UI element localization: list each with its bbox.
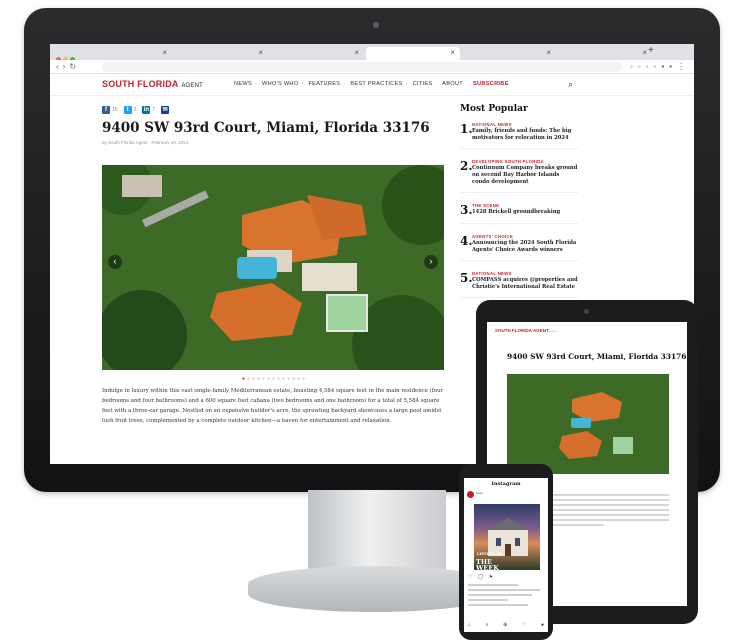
popular-category[interactable]: NATIONAL NEWS bbox=[472, 271, 578, 276]
browser-tab[interactable]: × bbox=[78, 47, 172, 60]
camera-icon bbox=[373, 22, 379, 28]
new-tab-icon[interactable]: + bbox=[648, 45, 654, 56]
popular-item[interactable]: 4. AGENTS' CHOICE Announcing the 2024 Sou… bbox=[460, 234, 578, 261]
popular-category[interactable]: DEVELOPING SOUTH FLORIDA bbox=[472, 159, 578, 164]
popular-item[interactable]: 5. NATIONAL NEWS COMPASS acquires @proper… bbox=[460, 271, 578, 298]
back-forward-reload-icons[interactable]: ‹›↻ bbox=[56, 62, 80, 71]
popular-title[interactable]: Continuum Company breaks ground on secon… bbox=[472, 165, 578, 186]
nav-features[interactable]: FEATURES bbox=[308, 81, 340, 87]
nav-best-practices[interactable]: BEST PRACTICES bbox=[350, 81, 402, 87]
browser-tab-active[interactable]: × bbox=[366, 47, 460, 60]
linkedin-icon[interactable]: in bbox=[142, 106, 151, 114]
popular-title[interactable]: 1428 Brickell groundbreaking bbox=[472, 209, 560, 216]
popular-category[interactable]: AGENTS' CHOICE bbox=[472, 234, 578, 239]
search-icon[interactable]: ⌕ bbox=[568, 79, 573, 90]
popular-item[interactable]: 3. THE SCENE 1428 Brickell groundbreaking bbox=[460, 203, 578, 224]
tablet-house-photo bbox=[507, 374, 669, 474]
extension-icons[interactable]: ◦◦◦◦▪▪⋮ bbox=[630, 62, 690, 71]
share-bar: f 15 t2 in 7 ✉ bbox=[102, 104, 447, 116]
search-icon[interactable]: ⌕ bbox=[486, 622, 489, 628]
heart-icon[interactable]: ♡ bbox=[522, 622, 526, 628]
profile-icon[interactable]: ● bbox=[541, 622, 544, 628]
nav-cities[interactable]: CITIES bbox=[413, 81, 433, 87]
popular-number: 4. bbox=[460, 234, 473, 248]
carousel-next-icon[interactable]: › bbox=[424, 255, 438, 269]
popular-category[interactable]: THE SCENE bbox=[472, 203, 560, 208]
popular-title[interactable]: COMPASS acquires @properties and Christi… bbox=[472, 277, 578, 291]
house-illustration bbox=[102, 165, 444, 370]
facebook-share-count: 15 bbox=[112, 107, 118, 113]
monitor-stand-neck bbox=[308, 490, 446, 572]
popular-number: 1. bbox=[460, 122, 473, 136]
popular-title[interactable]: Family, friends and funds: The big motiv… bbox=[472, 128, 578, 142]
popular-item[interactable]: 1. NATIONAL NEWS Family, friends and fund… bbox=[460, 122, 578, 149]
address-bar[interactable] bbox=[102, 62, 622, 72]
post-action-icons[interactable]: ♡ ◯ ➤ bbox=[468, 574, 495, 580]
nav-news[interactable]: NEWS bbox=[234, 81, 252, 87]
popular-number: 3. bbox=[460, 203, 473, 217]
carousel-dots[interactable]: ●●●●●●●●●●●●● bbox=[102, 376, 447, 382]
tablet-camera-icon bbox=[584, 309, 589, 314]
popular-number: 2. bbox=[460, 159, 473, 173]
add-icon[interactable]: ⊕ bbox=[503, 622, 507, 628]
twitter-share-count: 2 bbox=[133, 107, 137, 113]
popular-title[interactable]: Announcing the 2024 South Florida Agents… bbox=[472, 240, 578, 254]
browser-tab[interactable]: × bbox=[558, 47, 652, 60]
caption-line bbox=[468, 594, 532, 596]
main-nav: NEWS · WHO'S WHO · FEATURES · BEST PRACTICE… bbox=[234, 81, 509, 87]
instagram-title: Instagram bbox=[491, 481, 521, 487]
browser-toolbar: ‹›↻ ◦◦◦◦▪▪⋮ bbox=[50, 60, 694, 74]
article-title: 9400 SW 93rd Court, Miami, Florida 33176 bbox=[102, 120, 430, 136]
linkedin-share-count: 7 bbox=[152, 107, 156, 113]
caption-line bbox=[468, 599, 508, 601]
popular-item[interactable]: 2. DEVELOPING SOUTH FLORIDA Continuum Com… bbox=[460, 159, 578, 193]
account-name[interactable]: ▪▪▪▪▪▪ bbox=[476, 491, 482, 495]
phone-bottom-nav: ⌂ ⌕ ⊕ ♡ ● bbox=[468, 622, 544, 628]
most-popular-heading: Most Popular bbox=[460, 104, 528, 114]
listing-of-label: LISTING OF bbox=[477, 552, 502, 556]
carousel-prev-icon[interactable]: ‹ bbox=[108, 255, 122, 269]
home-icon[interactable]: ⌂ bbox=[468, 622, 471, 628]
tablet-nav[interactable]: ▪ ▪ ▪ ▪ ▪ ▪ bbox=[547, 329, 557, 333]
browser-tab-bar: × × × × × × + bbox=[50, 44, 694, 62]
most-popular-sidebar: Most Popular 1. NATIONAL NEWS Family, fri… bbox=[460, 104, 578, 308]
aerial-house-photo: ‹ › bbox=[102, 165, 444, 370]
tablet-house-illustration bbox=[507, 374, 669, 474]
facebook-icon[interactable]: f bbox=[102, 106, 110, 114]
browser-tab[interactable]: × bbox=[174, 47, 268, 60]
article-body: Indulge in luxury within this vast singl… bbox=[102, 388, 444, 424]
nav-whos-who[interactable]: WHO'S WHO bbox=[262, 81, 298, 87]
site-logo[interactable]: SOUTH FLORIDA AGENT bbox=[102, 79, 203, 89]
phone-device: Instagram ▪▪▪▪▪▪ LISTING OF THE WEEK ♡ ◯… bbox=[459, 464, 553, 640]
caption-line bbox=[468, 604, 528, 606]
article-byline: by South Florida Agent · February 20, 20… bbox=[102, 140, 189, 145]
the-week-label: THE WEEK bbox=[476, 558, 499, 570]
caption-line bbox=[468, 589, 540, 591]
popular-category[interactable]: NATIONAL NEWS bbox=[472, 122, 578, 127]
email-icon[interactable]: ✉ bbox=[161, 106, 170, 114]
listing-post-image[interactable]: LISTING OF THE WEEK bbox=[474, 504, 540, 570]
nav-subscribe[interactable]: SUBSCRIBE bbox=[473, 81, 509, 87]
browser-tab[interactable]: × bbox=[462, 47, 556, 60]
avatar[interactable] bbox=[467, 491, 474, 498]
tablet-article-title: 9400 SW 93rd Court, Miami, Florida 33176 bbox=[507, 352, 687, 361]
phone-screen: Instagram ▪▪▪▪▪▪ LISTING OF THE WEEK ♡ ◯… bbox=[464, 478, 548, 632]
browser-tab[interactable]: × bbox=[270, 47, 364, 60]
tablet-site-logo[interactable]: SOUTH FLORIDA AGENT bbox=[495, 328, 549, 333]
caption-line bbox=[468, 584, 518, 586]
twitter-icon[interactable]: t bbox=[123, 106, 132, 114]
popular-number: 5. bbox=[460, 271, 473, 285]
site-header: SOUTH FLORIDA AGENT NEWS · WHO'S WHO · FEA… bbox=[50, 74, 694, 96]
nav-about[interactable]: ABOUT bbox=[442, 81, 463, 87]
article: f 15 t2 in 7 ✉ 9400 SW 93rd Court, Miami, … bbox=[102, 104, 447, 426]
